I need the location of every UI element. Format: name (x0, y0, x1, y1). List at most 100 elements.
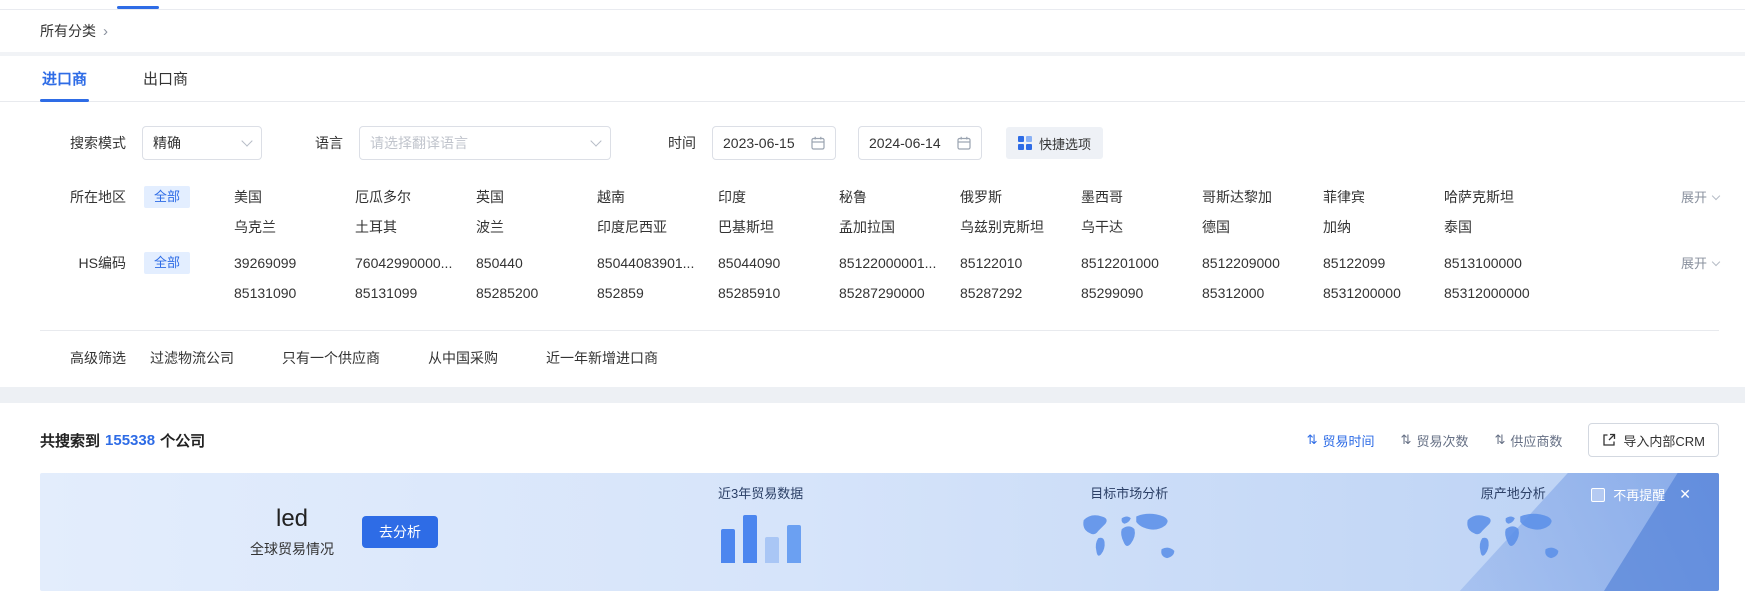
date-start-picker[interactable] (712, 126, 836, 160)
bar (743, 515, 757, 563)
region-option[interactable]: 巴基斯坦 (718, 216, 839, 238)
region-all-chip[interactable]: 全部 (144, 186, 190, 208)
region-option[interactable]: 秘鲁 (839, 186, 960, 208)
hscode-option[interactable]: 85044090 (718, 252, 839, 274)
hscode-option[interactable]: 85285910 (718, 282, 839, 304)
sort-button[interactable]: ⇅ 贸易时间 (1307, 431, 1375, 450)
region-option[interactable]: 哈萨克斯坦 (1444, 186, 1565, 208)
date-end-picker[interactable] (858, 126, 982, 160)
bar (721, 529, 735, 563)
import-crm-icon (1602, 433, 1616, 447)
date-start-input[interactable] (723, 135, 803, 151)
hscode-option[interactable]: 85312000000 (1444, 282, 1565, 304)
tab[interactable]: 进口商 (40, 56, 89, 101)
region-option[interactable]: 美国 (234, 186, 355, 208)
region-option[interactable]: 墨西哥 (1081, 186, 1202, 208)
found-suffix: 个公司 (160, 430, 205, 451)
hscode-option[interactable]: 85131090 (234, 282, 355, 304)
region-option[interactable]: 印度 (718, 186, 839, 208)
region-option[interactable]: 加纳 (1323, 216, 1444, 238)
advanced-option[interactable]: 只有一个供应商 (282, 348, 380, 368)
hscode-option[interactable]: 76042990000... (355, 252, 476, 274)
region-option[interactable]: 乌克兰 (234, 216, 355, 238)
hscode-option[interactable]: 85287290000 (839, 282, 960, 304)
target-market-card: 目标市场分析 (1073, 473, 1185, 569)
hscode-option[interactable]: 85285200 (476, 282, 597, 304)
import-crm-button[interactable]: 导入内部CRM (1588, 423, 1719, 457)
hscode-option[interactable]: 852859 (597, 282, 718, 304)
advanced-filter-row: 高级筛选 过滤物流公司只有一个供应商从中国采购近一年新增进口商 (0, 331, 1745, 387)
region-option[interactable]: 泰国 (1444, 216, 1565, 238)
region-row-2: 乌克兰土耳其波兰印度尼西亚巴基斯坦孟加拉国乌兹别克斯坦乌干达德国加纳泰国 (234, 216, 1565, 238)
hscode-option[interactable]: 8512209000 (1202, 252, 1323, 274)
time-label: 时间 (668, 133, 696, 153)
sort-icon: ⇅ (1401, 432, 1412, 448)
hscode-all-chip[interactable]: 全部 (144, 252, 190, 274)
region-option[interactable]: 菲律宾 (1323, 186, 1444, 208)
banner-content: led 全球贸易情况 去分析 近3年贸易数据 目标市场分析 (40, 473, 1719, 591)
close-icon[interactable]: ✕ (1679, 486, 1691, 503)
search-mode-label: 搜索模式 (40, 133, 126, 153)
region-option[interactable]: 乌干达 (1081, 216, 1202, 238)
trade-data-card: 近3年贸易数据 (718, 473, 803, 563)
hscode-option[interactable]: 8513100000 (1444, 252, 1565, 274)
region-option[interactable]: 哥斯达黎加 (1202, 186, 1323, 208)
keyword-block: led 全球贸易情况 (250, 505, 334, 560)
region-option[interactable]: 土耳其 (355, 216, 476, 238)
hscode-option[interactable]: 85287292 (960, 282, 1081, 304)
hscode-option[interactable]: 39269099 (234, 252, 355, 274)
top-tab-indicator (117, 6, 159, 9)
region-option[interactable]: 德国 (1202, 216, 1323, 238)
results-header: 共搜索到 155338 个公司 ⇅ 贸易时间 ⇅ 贸易次数 ⇅ 供应商数 (0, 403, 1745, 457)
hscode-option[interactable]: 850440 (476, 252, 597, 274)
region-option[interactable]: 孟加拉国 (839, 216, 960, 238)
card-title: 近3年贸易数据 (718, 483, 803, 502)
advanced-option[interactable]: 过滤物流公司 (150, 348, 234, 368)
dont-remind-checkbox[interactable] (1591, 488, 1605, 502)
bar-chart-illustration (721, 511, 801, 563)
search-mode-select[interactable]: 精确 (142, 126, 262, 160)
chevron-down-icon (241, 135, 252, 146)
analyze-button[interactable]: 去分析 (362, 516, 438, 548)
search-keyword: led (250, 505, 334, 533)
advanced-option[interactable]: 近一年新增进口商 (546, 348, 658, 368)
hscode-option[interactable]: 85044083901... (597, 252, 718, 274)
region-option[interactable]: 乌兹别克斯坦 (960, 216, 1081, 238)
hscode-option[interactable]: 8531200000 (1323, 282, 1444, 304)
advanced-option[interactable]: 从中国采购 (428, 348, 498, 368)
results-count: 155338 (105, 432, 155, 449)
chevron-down-icon (1712, 257, 1720, 265)
expand-label: 展开 (1681, 187, 1707, 206)
region-option[interactable]: 波兰 (476, 216, 597, 238)
hscode-expand-button[interactable]: 展开 (1681, 253, 1719, 272)
region-expand-button[interactable]: 展开 (1681, 187, 1719, 206)
quick-options-button[interactable]: 快捷选项 (1006, 127, 1103, 159)
hscode-option[interactable]: 85122000001... (839, 252, 960, 274)
hscode-row-1: 3926909976042990000...85044085044083901.… (234, 252, 1565, 274)
hscode-option[interactable]: 85312000 (1202, 282, 1323, 304)
date-end-input[interactable] (869, 135, 949, 151)
hscode-option[interactable]: 8512201000 (1081, 252, 1202, 274)
region-option[interactable]: 俄罗斯 (960, 186, 1081, 208)
region-option[interactable]: 越南 (597, 186, 718, 208)
hscode-option[interactable]: 85122010 (960, 252, 1081, 274)
breadcrumb[interactable]: 所有分类 (40, 21, 96, 41)
sort-button[interactable]: ⇅ 供应商数 (1494, 431, 1562, 450)
results-toolbar: ⇅ 贸易时间 ⇅ 贸易次数 ⇅ 供应商数 导入内部CRM (1307, 423, 1719, 457)
region-option[interactable]: 厄瓜多尔 (355, 186, 476, 208)
chevron-down-icon (590, 135, 601, 146)
region-option[interactable]: 印度尼西亚 (597, 216, 718, 238)
card-title: 原产地分析 (1481, 483, 1546, 502)
region-option[interactable]: 英国 (476, 186, 597, 208)
importer-exporter-tabs: 进口商 出口商 (0, 56, 1745, 102)
hscode-option[interactable]: 85299090 (1081, 282, 1202, 304)
calendar-icon (957, 136, 971, 150)
hscode-option[interactable]: 85131099 (355, 282, 476, 304)
hscode-option[interactable]: 85122099 (1323, 252, 1444, 274)
tab[interactable]: 出口商 (141, 56, 190, 101)
sort-controls: ⇅ 贸易时间 ⇅ 贸易次数 ⇅ 供应商数 (1307, 431, 1563, 450)
sort-button[interactable]: ⇅ 贸易次数 (1401, 431, 1469, 450)
region-filter-row: 所在地区 全部 美国厄瓜多尔英国越南印度秘鲁俄罗斯墨西哥哥斯达黎加菲律宾哈萨克斯… (0, 186, 1745, 238)
language-select[interactable] (359, 126, 611, 160)
language-input[interactable] (370, 135, 584, 151)
